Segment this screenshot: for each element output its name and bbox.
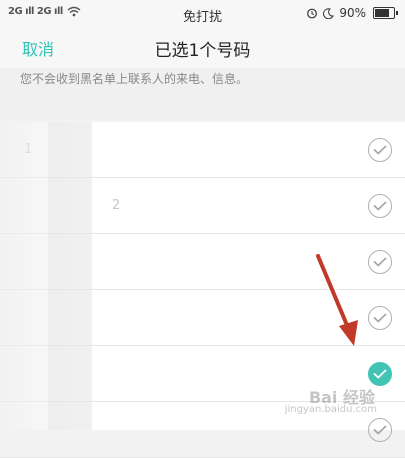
notice-banner: 您不会收到黑名单上联系人的来电、信息。: [0, 68, 405, 120]
unchecked-circle-icon[interactable]: [368, 194, 392, 218]
header: 取消 已选1个号码: [0, 28, 405, 68]
moon-icon: [323, 7, 335, 19]
status-bar: 2G ıll 2G ıll 免打扰 90%: [0, 0, 405, 28]
unchecked-circle-icon[interactable]: [368, 138, 392, 162]
contact-number: 1: [24, 142, 33, 157]
unchecked-circle-icon[interactable]: [368, 306, 392, 330]
contact-row[interactable]: [0, 290, 405, 346]
unchecked-circle-icon[interactable]: [368, 250, 392, 274]
alarm-icon: [307, 8, 318, 19]
unchecked-circle-icon[interactable]: [368, 418, 392, 442]
contact-number: 2: [112, 198, 121, 213]
status-right: 90%: [306, 6, 398, 20]
notice-text: 您不会收到黑名单上联系人的来电、信息。: [20, 72, 249, 86]
battery-icon: [373, 7, 398, 19]
contact-row[interactable]: 2: [0, 178, 405, 234]
page-title: 已选1个号码: [154, 41, 251, 61]
contact-row[interactable]: 1: [0, 122, 405, 178]
contact-row[interactable]: [0, 234, 405, 290]
battery-percent: 90%: [339, 6, 366, 20]
watermark-url: jingyan.baidu.com: [284, 404, 377, 415]
checked-circle-icon[interactable]: [368, 362, 392, 386]
